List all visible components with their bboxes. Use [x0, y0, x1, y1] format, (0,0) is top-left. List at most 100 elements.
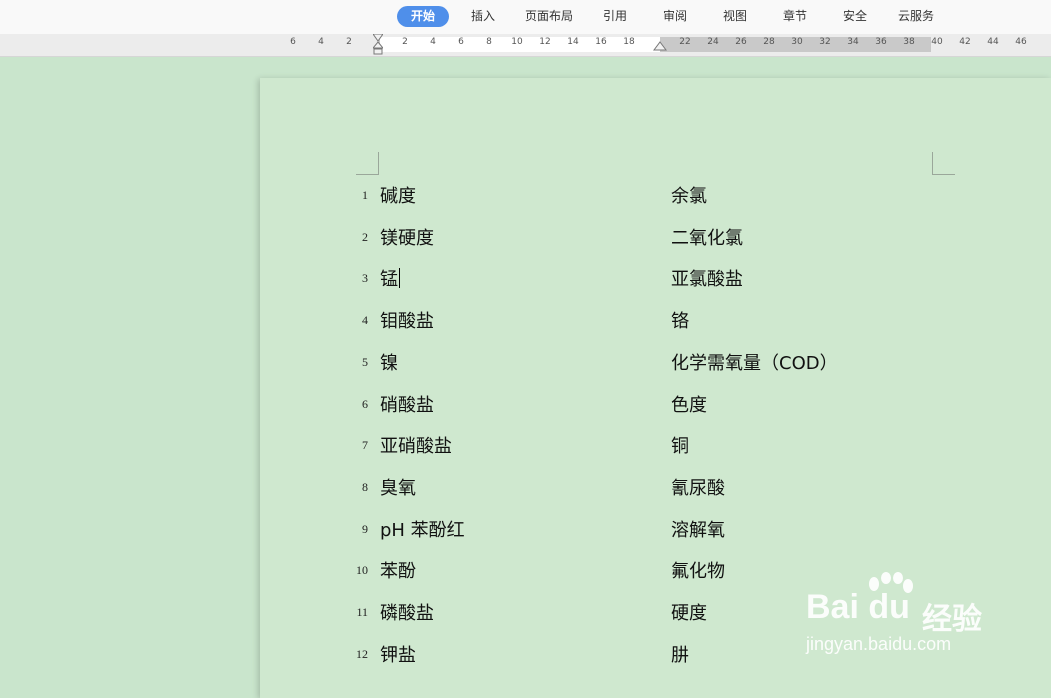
right-column-text[interactable]: 溶解氧	[671, 516, 725, 542]
left-column-value: 磷酸盐	[380, 603, 434, 624]
line-number: 10	[356, 563, 368, 578]
ruler-number: 26	[735, 37, 747, 47]
line-number: 8	[362, 479, 368, 494]
ruler-number: 8	[486, 37, 492, 47]
ruler-number: 14	[567, 37, 579, 47]
right-column-text[interactable]: 铬	[671, 307, 689, 333]
table-row: 4 钼酸盐 铬	[260, 307, 1051, 333]
right-column-text[interactable]: 二氧化氯	[671, 224, 743, 250]
watermark-url: jingyan.baidu.com	[806, 634, 952, 654]
left-column-value: pH 苯酚红	[380, 519, 465, 541]
left-column-text[interactable]: 锰	[380, 265, 400, 291]
left-column-value: 碱度	[380, 186, 416, 207]
line-number: 2	[362, 229, 368, 244]
left-column-text[interactable]: 硝酸盐	[380, 391, 434, 417]
right-indent-marker-icon[interactable]	[653, 41, 667, 51]
left-column-text[interactable]: 磷酸盐	[380, 599, 434, 625]
ruler-number: 28	[763, 37, 775, 47]
right-column-text[interactable]: 硬度	[671, 599, 707, 625]
left-indent-marker-icon[interactable]	[373, 34, 383, 55]
line-number: 11	[356, 605, 368, 619]
tab-security[interactable]: 安全	[836, 6, 874, 27]
ruler-number: 24	[707, 37, 719, 47]
ruler-number: 22	[679, 37, 691, 47]
watermark-jingyan: 经验	[922, 602, 982, 637]
table-row: 7 亚硝酸盐 铜	[260, 432, 1051, 458]
left-column-value: 亚硝酸盐	[380, 436, 452, 458]
ruler-number: 44	[987, 37, 999, 47]
left-column-value: 硝酸盐	[380, 394, 434, 416]
line-number: 7	[362, 438, 368, 453]
right-column-text[interactable]: 氟化物	[671, 557, 725, 583]
ruler-number: 6	[458, 37, 464, 47]
table-row: 1 碱度 余氯	[260, 182, 1051, 208]
tab-view[interactable]: 视图	[716, 6, 754, 27]
right-column-text[interactable]: 化学需氧量（COD）	[671, 349, 838, 375]
ruler-number: 12	[539, 37, 551, 47]
right-column-text[interactable]: 肼	[671, 641, 689, 667]
left-column-text[interactable]: 钼酸盐	[380, 307, 434, 333]
tab-home[interactable]: 开始	[397, 6, 449, 27]
horizontal-ruler[interactable]: 6 4 2 2 4 6 8 10 12 14 16 18 22 24 26 28 30 32 34 36 38 40 42 4…	[0, 34, 1051, 57]
tab-page-layout[interactable]: 页面布局	[520, 6, 578, 27]
line-number: 3	[362, 271, 368, 286]
left-column-value: 苯酚	[380, 561, 416, 583]
right-column-text[interactable]: 铜	[671, 432, 689, 458]
line-number: 6	[362, 396, 368, 411]
left-column-value: 锰	[380, 269, 398, 291]
table-row: 2 镁硬度 二氧化氯	[260, 224, 1051, 250]
ruler-number: 18	[623, 37, 635, 47]
ruler-number: 36	[875, 37, 887, 47]
ruler-number: 40	[931, 37, 943, 47]
tab-section[interactable]: 章节	[776, 6, 814, 27]
left-column-text[interactable]: 镁硬度	[380, 224, 434, 250]
tab-review[interactable]: 审阅	[656, 6, 694, 27]
left-column-text[interactable]: 碱度	[380, 182, 416, 208]
watermark-logo: Bai du	[806, 588, 910, 626]
ruler-number: 4	[318, 37, 324, 47]
ruler-number: 34	[847, 37, 859, 47]
ruler-number: 30	[791, 37, 803, 47]
right-column-text[interactable]: 亚氯酸盐	[671, 265, 743, 291]
table-row: 6 硝酸盐 色度	[260, 391, 1051, 417]
left-column-value: 镍	[380, 352, 398, 374]
ruler-number: 32	[819, 37, 831, 47]
line-number: 9	[362, 521, 368, 536]
text-cursor	[399, 268, 400, 289]
left-column-text[interactable]: 臭氧	[380, 474, 416, 500]
left-column-text[interactable]: 苯酚	[380, 557, 416, 583]
table-row: 8 臭氧 氰尿酸	[260, 474, 1051, 500]
baidu-jingyan-watermark: Bai du 经验 jingyan.baidu.com	[806, 572, 996, 662]
tab-cloud-service[interactable]: 云服务	[893, 6, 939, 27]
line-number: 4	[362, 313, 368, 328]
tab-insert[interactable]: 插入	[463, 6, 503, 27]
tab-references[interactable]: 引用	[596, 6, 634, 27]
ruler-number: 42	[959, 37, 971, 47]
ruler-number: 6	[290, 37, 296, 47]
ruler-number: 38	[903, 37, 915, 47]
ruler-number: 2	[346, 37, 352, 47]
line-number: 5	[362, 354, 368, 369]
margin-corner-top-left	[356, 152, 379, 175]
table-row: 5 镍 化学需氧量（COD）	[260, 349, 1051, 375]
left-column-text[interactable]: 钾盐	[380, 641, 416, 667]
left-column-text[interactable]: 亚硝酸盐	[380, 432, 452, 458]
left-column-value: 镁硬度	[380, 227, 434, 249]
left-column-value: 臭氧	[380, 477, 416, 499]
right-column-text[interactable]: 余氯	[671, 182, 707, 208]
menu-bar: 开始 插入 页面布局 引用 审阅 视图 章节 安全 云服务	[0, 0, 1051, 35]
right-column-text[interactable]: 色度	[671, 391, 707, 417]
ruler-number: 16	[595, 37, 607, 47]
left-column-value: 钾盐	[380, 644, 416, 666]
ruler-number: 46	[1015, 37, 1027, 47]
table-row: 3 锰 亚氯酸盐	[260, 265, 1051, 291]
ruler-number: 4	[430, 37, 436, 47]
left-column-text[interactable]: pH 苯酚红	[380, 516, 465, 542]
line-number: 12	[356, 646, 368, 661]
right-column-text[interactable]: 氰尿酸	[671, 474, 725, 500]
left-column-text[interactable]: 镍	[380, 349, 398, 375]
ruler-number: 10	[511, 37, 523, 47]
ruler-number: 2	[402, 37, 408, 47]
line-number: 1	[362, 188, 368, 202]
margin-corner-top-right	[932, 152, 955, 175]
